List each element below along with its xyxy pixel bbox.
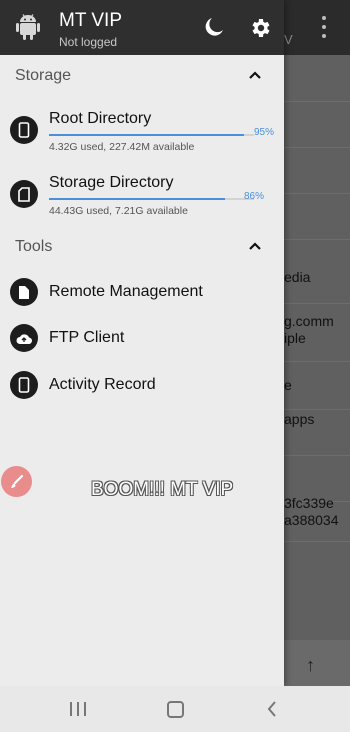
tool-ftp-client[interactable]: FTP Client [0,318,284,358]
list-item[interactable]: apps [284,409,350,456]
storage-item-storage[interactable]: Storage Directory 86% 44.43G used, 7.21G… [0,174,284,234]
tools-section-header[interactable]: Tools [0,233,284,263]
tool-label: Activity Record [49,376,156,393]
storage-detail: 44.43G used, 7.21G available [49,205,188,217]
storage-name: Storage Directory [49,174,174,191]
sd-card-icon [10,180,38,208]
storage-item-root[interactable]: Root Directory 95% 4.32G used, 227.42M a… [0,110,284,170]
phone-icon [10,116,38,144]
tool-activity-record[interactable]: Activity Record [0,365,284,405]
list-item[interactable] [284,193,350,240]
arrow-up-icon[interactable]: ↑ [306,655,315,676]
android-icon [16,14,40,40]
list-item[interactable]: e [284,363,350,410]
tool-label: Remote Management [49,283,203,300]
cloud-upload-icon [10,324,38,352]
storage-usage-bar [49,198,254,200]
navigation-drawer: MT VIP Not logged Storage Root Directory… [0,0,284,686]
list-item[interactable]: 3fc339e a388034 [284,485,350,542]
storage-section-header[interactable]: Storage [0,62,284,92]
tool-label: FTP Client [49,329,125,346]
system-navigation-bar [0,686,350,732]
chevron-up-icon[interactable] [248,241,262,251]
list-item[interactable] [284,101,350,148]
storage-percent: 95% [254,127,275,138]
home-icon[interactable] [167,701,184,718]
storage-usage-fill [49,198,226,200]
file-icon [10,278,38,306]
phone-icon [10,371,38,399]
recents-icon[interactable] [70,702,86,716]
gear-icon[interactable] [248,16,272,40]
tools-section-title: Tools [15,238,53,255]
list-item[interactable]: edia [284,255,350,304]
storage-detail: 4.32G used, 227.42M available [49,141,195,153]
storage-usage-fill [49,134,244,136]
app-title: MT VIP [59,10,122,31]
list-item[interactable]: g.comm iple [284,305,350,362]
list-item[interactable] [284,147,350,194]
back-icon[interactable] [266,700,278,718]
tool-remote-management[interactable]: Remote Management [0,272,284,312]
storage-usage-bar [49,134,254,136]
overflow-menu-icon[interactable] [318,16,330,38]
overlay-caption: BOOM!!! MT VIP [91,479,234,500]
background-subtitle: V [284,32,293,47]
background-file-list: edia g.comm iple e apps 3fc339e a388034 [284,55,350,655]
storage-percent: 86% [244,191,265,202]
brush-icon [10,474,23,488]
list-item[interactable] [284,55,350,102]
brush-fab[interactable] [1,466,32,497]
storage-name: Root Directory [49,110,152,127]
background-bottom-bar [284,640,350,686]
chevron-up-icon[interactable] [248,70,262,80]
login-status[interactable]: Not logged [59,35,117,49]
storage-section-title: Storage [15,67,72,84]
moon-icon[interactable] [203,16,225,38]
drawer-header: MT VIP Not logged [0,0,284,55]
